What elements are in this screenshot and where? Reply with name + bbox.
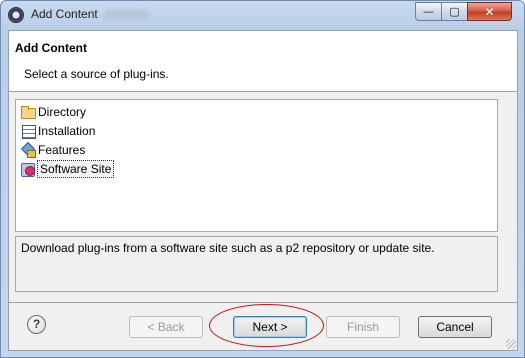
page-description: Select a source of plug-ins.	[24, 67, 169, 81]
footer-separator	[9, 302, 517, 303]
close-button[interactable]: ✕	[467, 2, 512, 21]
cancel-button[interactable]: Cancel	[418, 316, 492, 338]
window-title: Add Content	[31, 7, 98, 21]
maximize-button[interactable]: ▢	[441, 2, 468, 21]
add-content-dialog: Add Content — ▢ ✕ Add Content Select a s…	[0, 0, 525, 358]
wizard-header: Add Content Select a source of plug-ins.	[9, 31, 517, 92]
back-button[interactable]: < Back	[129, 316, 203, 338]
resize-grip[interactable]	[506, 339, 516, 349]
blurred-title-suffix	[103, 10, 149, 19]
page-title: Add Content	[15, 41, 87, 55]
software-site-icon	[20, 161, 36, 177]
list-item-label: Directory	[38, 105, 87, 119]
source-description-text: Download plug-ins from a software site s…	[21, 241, 435, 255]
finish-button[interactable]: Finish	[326, 316, 400, 338]
list-item-directory[interactable]: Directory	[20, 103, 87, 121]
dialog-client-area: Add Content Select a source of plug-ins.…	[8, 30, 518, 351]
list-item-features[interactable]: Features	[20, 141, 86, 159]
folder-icon	[20, 104, 36, 120]
list-item-label: Software Site	[37, 160, 115, 178]
features-icon	[20, 142, 36, 158]
list-item-label: Features	[38, 143, 86, 157]
title-bar[interactable]: Add Content — ▢ ✕	[1, 1, 524, 29]
list-item-installation[interactable]: Installation	[20, 122, 96, 140]
help-icon[interactable]: ?	[27, 315, 46, 334]
list-item-software-site[interactable]: Software Site	[20, 160, 115, 178]
red-highlight-ellipse	[209, 304, 324, 347]
installation-icon	[20, 123, 36, 139]
eclipse-app-icon	[8, 7, 24, 23]
minimize-button[interactable]: —	[415, 2, 442, 21]
source-list[interactable]: Directory Installation Features Software…	[15, 99, 498, 232]
list-item-label: Installation	[38, 124, 96, 138]
source-description-box: Download plug-ins from a software site s…	[15, 236, 498, 292]
